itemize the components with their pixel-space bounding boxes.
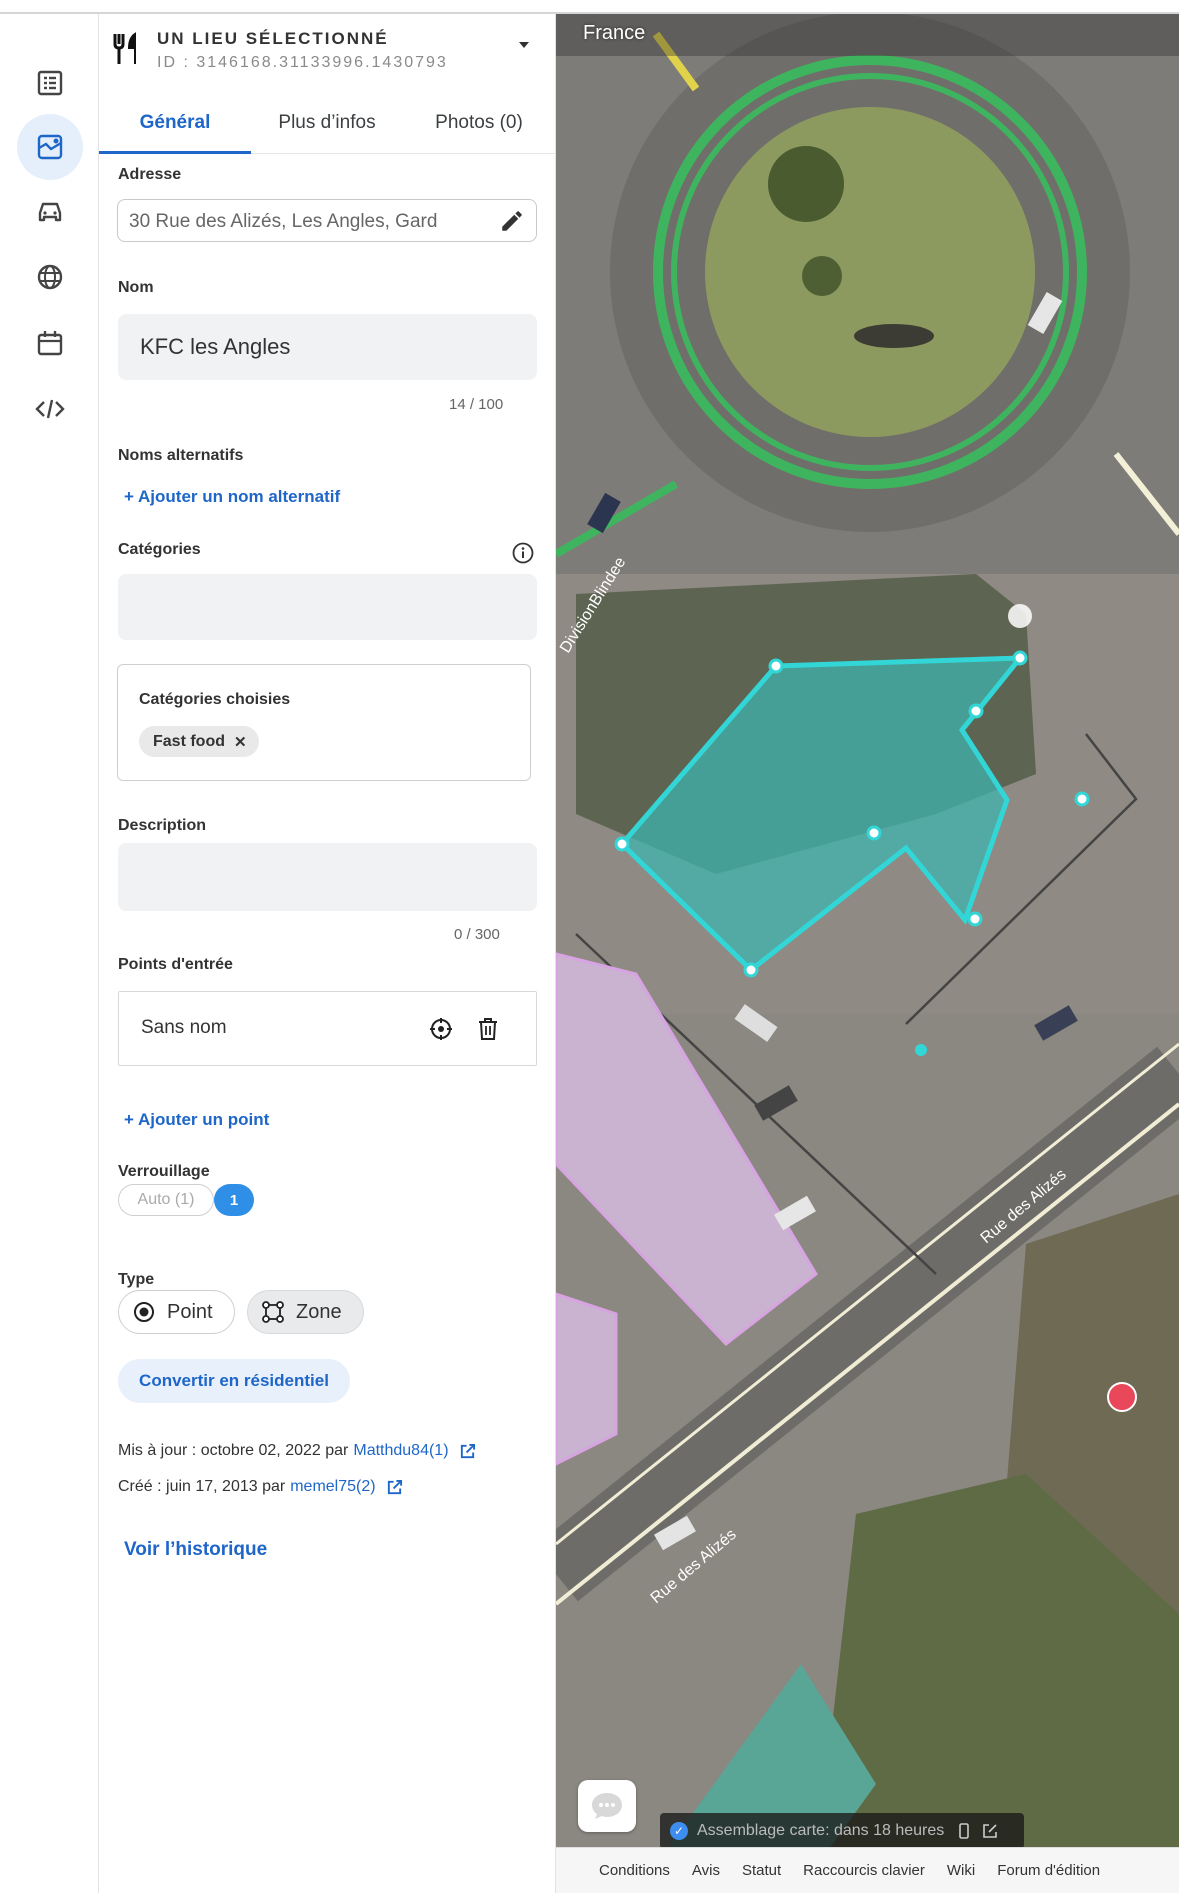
updated-meta: Mis à jour : octobre 02, 2022 par Matthd… — [118, 1442, 476, 1460]
description-counter: 0 / 300 — [454, 926, 500, 943]
footer-link-forum[interactable]: Forum d'édition — [997, 1862, 1100, 1879]
crosshair-icon[interactable] — [429, 1017, 453, 1041]
fork-knife-icon — [113, 32, 136, 64]
globe-icon — [37, 264, 63, 290]
footer-link-statut[interactable]: Statut — [742, 1862, 781, 1879]
convert-residential-button[interactable]: Convertir en résidentiel — [118, 1359, 350, 1403]
created-meta: Créé : juin 17, 2013 par memel75(2) — [118, 1478, 403, 1496]
alt-names-label: Noms alternatifs — [118, 447, 244, 464]
lock-level-selected[interactable]: 1 — [214, 1184, 254, 1216]
footer-link-avis[interactable]: Avis — [692, 1862, 720, 1879]
map-build-text: Assemblage carte: dans 18 heures — [697, 1822, 945, 1839]
map-country-label: France — [583, 22, 646, 44]
address-field[interactable]: 30 Rue des Alizés, Les Angles, Gard — [117, 199, 537, 242]
map-canvas[interactable]: DivisionBlindee Rue des Alizés Rue des A… — [556, 14, 1179, 1867]
name-value: KFC les Angles — [140, 334, 291, 359]
external-link-icon[interactable] — [386, 1479, 403, 1496]
entry-point-row: Sans nom — [118, 991, 537, 1066]
close-icon[interactable]: ✕ — [234, 733, 247, 751]
footer-link-shortcuts[interactable]: Raccourcis clavier — [803, 1862, 925, 1879]
trash-icon[interactable] — [477, 1017, 499, 1041]
type-point-button[interactable]: Point — [118, 1290, 235, 1334]
place-edit-panel: UN LIEU SÉLECTIONNÉ ID : 3146168.3113399… — [99, 14, 556, 1893]
categories-label: Catégories — [118, 541, 201, 558]
name-input[interactable]: KFC les Angles — [118, 314, 537, 380]
rail-calendar-button[interactable] — [17, 310, 83, 376]
chosen-categories-title: Catégories choisies — [139, 691, 291, 708]
footer-link-conditions[interactable]: Conditions — [599, 1862, 670, 1879]
footer-link-wiki[interactable]: Wiki — [947, 1862, 975, 1879]
type-point-label: Point — [167, 1300, 213, 1323]
list-icon — [37, 70, 63, 96]
polygon-zone-icon — [262, 1301, 284, 1323]
category-chip: Fast food ✕ — [139, 726, 259, 757]
tab-photos[interactable]: Photos (0) — [403, 92, 555, 154]
map-footer: Conditions Avis Statut Raccourcis clavie… — [556, 1847, 1179, 1893]
lock-label: Verrouillage — [118, 1163, 210, 1180]
map-top-bar — [556, 14, 1179, 56]
description-input[interactable] — [118, 843, 537, 911]
updated-by-link[interactable]: Matthdu84(1) — [353, 1442, 448, 1460]
view-history-link[interactable]: Voir l’historique — [124, 1539, 267, 1561]
window-top-edge — [0, 0, 1179, 14]
type-zone-button[interactable]: Zone — [247, 1290, 364, 1334]
type-zone-label: Zone — [296, 1300, 342, 1323]
chosen-categories-box: Catégories choisies Fast food ✕ — [117, 664, 531, 781]
chat-bubble-icon — [592, 1793, 622, 1819]
pencil-icon[interactable] — [499, 208, 525, 234]
add-entry-point-link[interactable]: + Ajouter un point — [124, 1110, 269, 1130]
created-by-link[interactable]: memel75(2) — [290, 1478, 375, 1496]
car-icon — [38, 202, 62, 222]
description-label: Description — [118, 817, 207, 834]
name-counter: 14 / 100 — [449, 396, 504, 413]
external-link-icon[interactable] — [459, 1443, 476, 1460]
updated-prefix: Mis à jour : octobre 02, 2022 par — [118, 1442, 349, 1459]
code-icon — [35, 399, 65, 419]
tab-active-indicator — [99, 151, 251, 154]
panel-title: UN LIEU SÉLECTIONNÉ — [157, 29, 389, 48]
categories-input[interactable] — [118, 574, 537, 640]
left-rail — [0, 14, 99, 1893]
add-alt-name-link[interactable]: + Ajouter un nom alternatif — [124, 487, 340, 507]
lock-auto-option[interactable]: Auto (1) — [118, 1184, 214, 1216]
rail-car-button[interactable] — [17, 178, 83, 244]
category-chip-label: Fast food — [153, 732, 225, 750]
rail-globe-button[interactable] — [17, 244, 83, 310]
rail-map-edit-button[interactable] — [17, 114, 83, 180]
type-label: Type — [118, 1271, 155, 1288]
name-label: Nom — [118, 279, 154, 296]
tab-more-info[interactable]: Plus d’infos — [251, 92, 403, 154]
address-value: 30 Rue des Alizés, Les Angles, Gard — [129, 211, 438, 232]
address-label: Adresse — [118, 166, 182, 183]
phone-icon[interactable] — [956, 1823, 972, 1839]
map-edit-icon — [37, 134, 63, 160]
tab-general[interactable]: Général — [99, 92, 251, 154]
tab-bar: Général Plus d’infos Photos (0) — [99, 92, 555, 154]
rail-code-button[interactable] — [17, 376, 83, 442]
entry-point-name: Sans nom — [141, 1017, 227, 1038]
info-icon[interactable] — [512, 542, 534, 564]
map-satellite[interactable]: DivisionBlindee Rue des Alizés Rue des A… — [556, 14, 1179, 1867]
radio-point-icon — [134, 1302, 154, 1322]
external-link-icon[interactable] — [982, 1823, 998, 1839]
place-id: ID : 3146168.31133996.1430793 — [157, 54, 448, 71]
map-build-status: ✓ Assemblage carte: dans 18 heures — [660, 1813, 1024, 1849]
chevron-down-icon[interactable] — [519, 42, 529, 48]
rail-list-button[interactable] — [17, 50, 83, 116]
entry-points-label: Points d'entrée — [118, 956, 233, 973]
check-icon: ✓ — [670, 1822, 688, 1840]
created-prefix: Créé : juin 17, 2013 par — [118, 1478, 286, 1495]
chat-button[interactable] — [578, 1780, 636, 1832]
calendar-icon — [37, 331, 63, 356]
